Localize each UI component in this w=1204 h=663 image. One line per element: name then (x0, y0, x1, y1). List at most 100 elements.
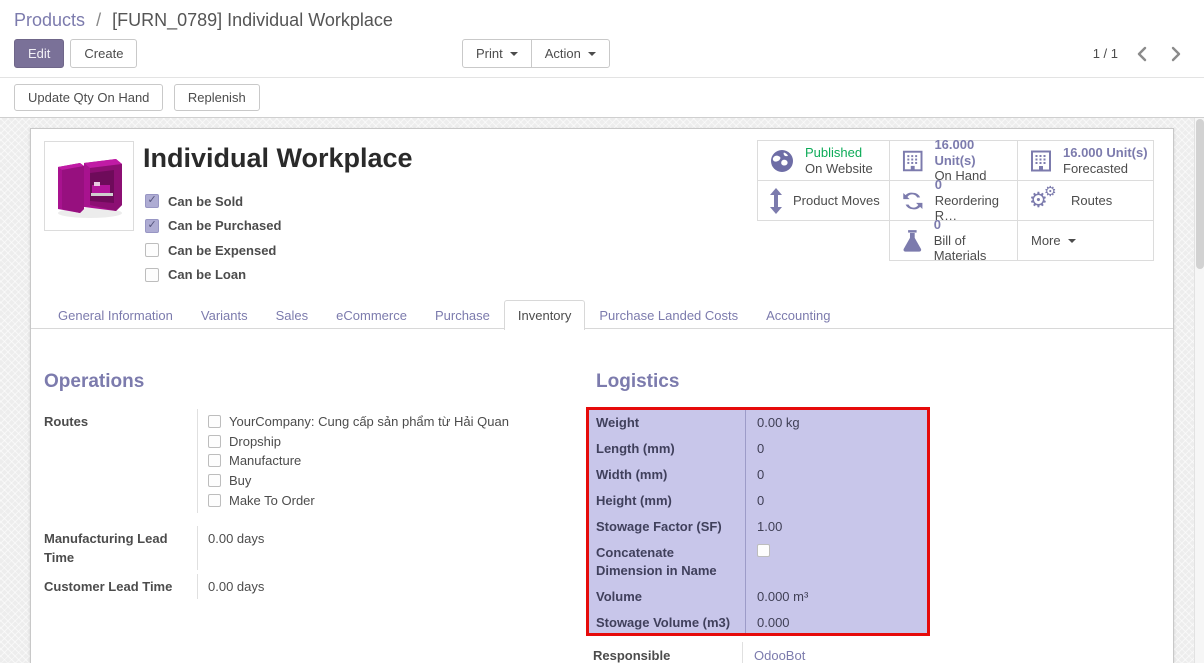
route-dropship-label: Dropship (229, 432, 281, 451)
logistics-highlight-box: Weight 0.00 kg Length (mm) 0 Width (mm) … (586, 407, 930, 636)
on-hand-button[interactable]: 16.000 Unit(s) On Hand (889, 140, 1018, 181)
route-manufacture-checkbox[interactable] (208, 454, 221, 467)
routes-field-label: Routes (44, 409, 197, 513)
reordering-rules-button[interactable]: 0 Reordering R… (889, 180, 1018, 221)
route-buy-checkbox[interactable] (208, 474, 221, 487)
edit-create-group: Edit Create (14, 39, 137, 68)
route-yourcompany-checkbox[interactable] (208, 415, 221, 428)
reordering-count: 0 (935, 177, 1017, 193)
tab-inventory[interactable]: Inventory (504, 300, 585, 330)
product-moves-button[interactable]: Product Moves (757, 180, 890, 221)
concatenate-dimension-checkbox[interactable] (757, 544, 770, 557)
edit-button[interactable]: Edit (14, 39, 64, 68)
product-image[interactable] (44, 141, 134, 231)
weight-label: Weight (589, 410, 745, 436)
building-icon (901, 149, 924, 173)
route-manufacture-label: Manufacture (229, 451, 301, 470)
forecasted-label: Forecasted (1063, 161, 1148, 177)
route-option: Dropship (208, 432, 564, 452)
can-be-purchased-checkbox[interactable] (145, 219, 159, 233)
height-value: 0 (745, 488, 927, 514)
routes-stat-label: Routes (1071, 193, 1112, 209)
route-yourcompany-label: YourCompany: Cung cấp sản phẩm từ Hải Qu… (229, 412, 509, 431)
tab-purchase[interactable]: Purchase (421, 300, 504, 330)
concatenate-dimension-value (745, 540, 927, 584)
flag-can-be-loan: Can be Loan (145, 263, 281, 288)
gears-icon: ⚙⚙ (1029, 186, 1061, 216)
action-menu-button[interactable]: Action (531, 39, 610, 68)
responsible-label: Responsible (586, 642, 742, 663)
can-be-expensed-checkbox[interactable] (145, 243, 159, 257)
statusbar: Update Qty On Hand Replenish (0, 79, 1204, 118)
tab-general-information[interactable]: General Information (44, 300, 187, 330)
pager-previous-button[interactable] (1132, 44, 1152, 64)
bill-of-materials-button[interactable]: 0 Bill of Materials (889, 220, 1018, 261)
can-be-purchased-label: Can be Purchased (168, 218, 281, 233)
scrollbar-thumb[interactable] (1196, 119, 1204, 269)
arrows-vertical-icon (769, 188, 783, 214)
print-menu-button[interactable]: Print (462, 39, 532, 68)
control-panel-buttons: Edit Create Print Action 1 / 1 (14, 39, 1190, 68)
pager-next-button[interactable] (1166, 44, 1186, 64)
stat-buttons: Published On Website (757, 140, 1154, 261)
width-value: 0 (745, 462, 927, 488)
action-menu-label: Action (545, 46, 581, 61)
length-row: Length (mm) 0 (589, 436, 927, 462)
published-on-website-button[interactable]: Published On Website (757, 140, 890, 181)
route-make-to-order-checkbox[interactable] (208, 494, 221, 507)
create-button[interactable]: Create (70, 39, 137, 68)
operations-group: Operations Routes YourCompany: Cung cấp … (44, 371, 564, 599)
flag-can-be-sold: Can be Sold (145, 189, 281, 214)
vertical-scrollbar[interactable] (1194, 118, 1204, 663)
breadcrumb-products-link[interactable]: Products (14, 10, 85, 30)
can-be-loan-checkbox[interactable] (145, 268, 159, 282)
width-label: Width (mm) (589, 462, 745, 488)
can-be-loan-label: Can be Loan (168, 267, 246, 282)
tab-ecommerce[interactable]: eCommerce (322, 300, 421, 330)
manufacturing-lead-time-label: Manufacturing Lead Time (44, 526, 197, 570)
published-status: Published (805, 145, 873, 161)
customer-lead-time-value: 0.00 days (197, 574, 564, 599)
logistics-title: Logistics (596, 371, 1156, 393)
breadcrumb: Products / [FURN_0789] Individual Workpl… (14, 8, 393, 32)
stowage-volume-row: Stowage Volume (m3) 0.000 (589, 610, 927, 636)
stowage-factor-value: 1.00 (745, 514, 927, 540)
manufacturing-lead-time-value: 0.00 days (197, 526, 564, 570)
width-row: Width (mm) 0 (589, 462, 927, 488)
can-be-expensed-label: Can be Expensed (168, 243, 276, 258)
weight-value: 0.00 kg (745, 410, 927, 436)
routes-field-row: Routes YourCompany: Cung cấp sản phẩm từ… (44, 409, 564, 513)
tab-variants[interactable]: Variants (187, 300, 262, 330)
pager: 1 / 1 (1093, 39, 1186, 68)
flag-can-be-expensed: Can be Expensed (145, 238, 281, 263)
route-option: Make To Order (208, 490, 564, 510)
refresh-icon (901, 188, 925, 214)
product-flags: Can be Sold Can be Purchased Can be Expe… (145, 189, 281, 287)
tab-purchase-landed-costs[interactable]: Purchase Landed Costs (585, 300, 752, 330)
customer-lead-time-row: Customer Lead Time 0.00 days (44, 574, 564, 599)
routes-button[interactable]: ⚙⚙ Routes (1017, 180, 1154, 221)
height-label: Height (mm) (589, 488, 745, 514)
replenish-button[interactable]: Replenish (174, 84, 260, 111)
product-moves-label: Product Moves (793, 193, 880, 209)
route-dropship-checkbox[interactable] (208, 435, 221, 448)
route-option: Manufacture (208, 451, 564, 471)
form-content-area: Individual Workplace Can be Sold Can be … (0, 118, 1204, 663)
more-button[interactable]: More (1017, 220, 1154, 261)
tab-sales[interactable]: Sales (262, 300, 323, 330)
height-row: Height (mm) 0 (589, 488, 927, 514)
forecasted-button[interactable]: 16.000 Unit(s) Forecasted (1017, 140, 1154, 181)
update-qty-on-hand-button[interactable]: Update Qty On Hand (14, 84, 163, 111)
can-be-sold-checkbox[interactable] (145, 194, 159, 208)
routes-options: YourCompany: Cung cấp sản phẩm từ Hải Qu… (197, 409, 564, 513)
length-label: Length (mm) (589, 436, 745, 462)
route-option: Buy (208, 471, 564, 491)
tab-accounting[interactable]: Accounting (752, 300, 844, 330)
forecasted-value: 16.000 Unit(s) (1063, 145, 1148, 161)
bom-label: Bill of Materials (934, 233, 1017, 264)
stowage-factor-row: Stowage Factor (SF) 1.00 (589, 514, 927, 540)
responsible-value-link[interactable]: OdooBot (754, 648, 805, 663)
breadcrumb-separator: / (96, 10, 101, 30)
volume-label: Volume (589, 584, 745, 610)
chevron-down-icon (588, 52, 596, 60)
